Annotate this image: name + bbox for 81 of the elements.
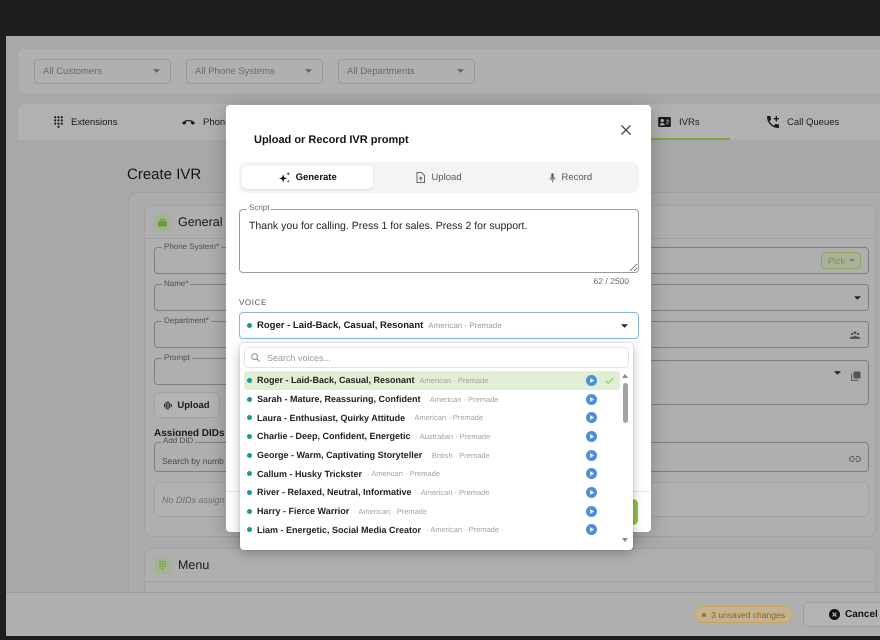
dot-icon bbox=[702, 612, 706, 616]
dot-icon bbox=[247, 415, 252, 420]
dot-icon bbox=[247, 471, 252, 476]
character-counter: 62 / 2500 bbox=[594, 276, 629, 286]
play-icon[interactable] bbox=[586, 430, 597, 442]
voice-name: River - Relaxed, Neutral, Informative bbox=[257, 487, 412, 498]
voice-meta: American · Premade bbox=[428, 321, 502, 330]
voice-name: Harry - Fierce Warrior bbox=[257, 506, 350, 516]
play-icon[interactable] bbox=[586, 394, 597, 405]
voice-select[interactable]: Roger - Laid-Back, Casual, Resonant American · Premade bbox=[239, 312, 639, 339]
play-icon[interactable] bbox=[586, 506, 597, 517]
dot-icon bbox=[247, 452, 252, 458]
caret-icon bbox=[834, 371, 841, 375]
people-icon bbox=[849, 330, 861, 338]
nav-tab[interactable]: Call Queues bbox=[730, 104, 880, 140]
scroll-up-icon[interactable] bbox=[622, 374, 628, 378]
microphone-icon bbox=[548, 172, 556, 182]
caret-icon bbox=[305, 69, 312, 73]
voice-name: Roger - Laid-Back, Casual, Resonant bbox=[257, 375, 415, 386]
scrollbar-thumb[interactable] bbox=[622, 383, 628, 423]
nav-tab[interactable]: Extensions bbox=[18, 104, 168, 140]
close-icon[interactable] bbox=[621, 125, 631, 135]
check-icon bbox=[605, 376, 614, 384]
contact-card-icon bbox=[658, 117, 671, 127]
briefcase-icon bbox=[154, 214, 171, 230]
phone-add-icon bbox=[767, 116, 779, 128]
section-title: Menu bbox=[178, 558, 210, 572]
field-label: Department* bbox=[162, 316, 211, 326]
caret-icon bbox=[153, 69, 160, 73]
play-icon[interactable] bbox=[586, 412, 597, 424]
caret-icon bbox=[457, 69, 464, 73]
mode-tab[interactable]: Upload bbox=[416, 166, 462, 189]
field-label: Phone System* bbox=[162, 242, 222, 252]
play-icon[interactable] bbox=[586, 374, 597, 386]
dot-icon bbox=[247, 490, 252, 495]
voice-name: Liam - Energetic, Social Media Creator bbox=[257, 524, 422, 535]
dot-icon bbox=[247, 434, 252, 439]
play-icon[interactable] bbox=[586, 486, 597, 498]
phone-icon bbox=[182, 120, 195, 124]
search-icon bbox=[251, 353, 260, 362]
file-upload-icon bbox=[416, 172, 426, 183]
voice-name: George - Warm, Captivating Storyteller bbox=[257, 450, 422, 460]
dot-icon bbox=[247, 323, 252, 328]
modal-title: Upload or Record IVR prompt bbox=[254, 133, 409, 148]
search-field[interactable]: Search voices... bbox=[244, 347, 629, 368]
caret-icon bbox=[849, 259, 855, 262]
caret-icon bbox=[854, 296, 861, 300]
link-icon bbox=[849, 456, 861, 462]
voice-name: Roger - Laid-Back, Casual, Resonant bbox=[257, 320, 424, 331]
mode-tab[interactable]: Record bbox=[548, 166, 592, 189]
voice-name: Sarah - Mature, Reassuring, Confident bbox=[257, 394, 421, 404]
dot-icon bbox=[247, 527, 252, 532]
copy-icon bbox=[851, 371, 861, 381]
waveform-icon bbox=[164, 400, 172, 410]
field-label: Name* bbox=[162, 279, 190, 289]
mode-tab[interactable]: Generate bbox=[242, 166, 374, 189]
voice-name: Charlie - Deep, Confident, Energetic bbox=[257, 431, 411, 442]
sparkle-icon bbox=[278, 172, 290, 183]
empty-state-text: No DIDs assign bbox=[162, 494, 225, 504]
voice-name: Laura - Enthusiast, Quirky Attitude bbox=[257, 412, 406, 423]
section-title: General bbox=[178, 215, 222, 229]
dialpad-icon bbox=[54, 116, 63, 128]
cancel-icon bbox=[829, 609, 840, 620]
play-icon[interactable] bbox=[586, 524, 597, 536]
dialpad-icon bbox=[154, 556, 171, 574]
dot-icon bbox=[247, 396, 252, 402]
field-label: Prompt bbox=[162, 353, 192, 363]
play-icon[interactable] bbox=[586, 450, 597, 461]
nav-tab[interactable]: Phon bbox=[168, 104, 226, 140]
field-label: Add DID bbox=[161, 436, 196, 446]
voice-label: VOICE bbox=[239, 298, 267, 308]
page-heading: Create IVR bbox=[127, 166, 202, 184]
field-label: Script bbox=[247, 203, 272, 213]
dot-icon bbox=[247, 378, 252, 383]
unsaved-text: 3 unsaved changes bbox=[711, 610, 785, 620]
upload-button[interactable]: Upload bbox=[154, 392, 220, 418]
dot-icon bbox=[247, 508, 252, 514]
voice-name: Callum - Husky Trickster bbox=[257, 468, 362, 479]
caret-icon bbox=[621, 324, 628, 328]
play-icon[interactable] bbox=[586, 468, 597, 480]
cancel-button[interactable]: Cancel bbox=[803, 602, 880, 627]
